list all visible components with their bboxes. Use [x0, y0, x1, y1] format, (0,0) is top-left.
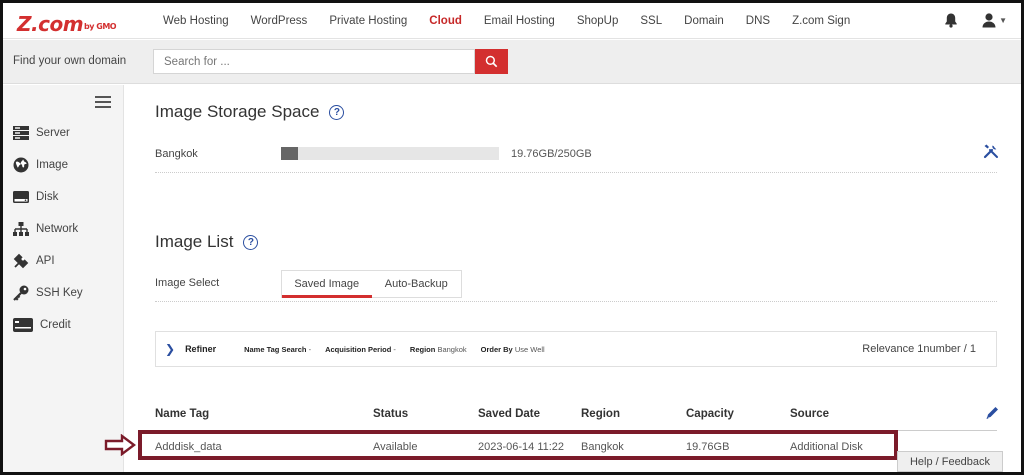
- nav-wordpress[interactable]: WordPress: [251, 15, 308, 27]
- nav-email-hosting[interactable]: Email Hosting: [484, 15, 555, 27]
- column-header-capacity[interactable]: Capacity: [686, 408, 734, 420]
- search-icon: [485, 55, 498, 68]
- storage-title: Image Storage Space: [155, 102, 320, 121]
- refiner-order[interactable]: Order By Use Well: [481, 345, 545, 354]
- arrow-right-icon: [104, 434, 136, 456]
- credit-card-icon: [13, 318, 33, 332]
- storage-region-label: Bangkok: [155, 148, 198, 160]
- divider: [155, 172, 997, 173]
- logo-sub: by GMO: [84, 22, 117, 31]
- network-icon: [13, 222, 29, 236]
- sidebar-item-label: Server: [36, 127, 70, 139]
- divider: [155, 301, 997, 302]
- sidebar-item-label: Disk: [36, 191, 59, 203]
- refiner-label[interactable]: Refiner: [185, 344, 216, 354]
- logo-main: Z.com: [17, 12, 84, 36]
- key-icon: [13, 285, 29, 301]
- user-icon[interactable]: [981, 12, 997, 28]
- nav-ssl[interactable]: SSL: [640, 15, 662, 27]
- refiner-name-tag-value: -: [308, 344, 312, 354]
- main-content: Image Storage Space ? Bangkok 19.76GB/25…: [104, 85, 1021, 472]
- column-header-saved-date[interactable]: Saved Date: [478, 408, 540, 420]
- sidebar-item-ssh-key[interactable]: SSH Key: [12, 283, 83, 303]
- domain-search-bar: Find your own domain: [3, 40, 1021, 84]
- row-highlight-box: [138, 430, 898, 460]
- refiner-period-label: Acquisition Period: [325, 344, 392, 354]
- nav-zcom-sign[interactable]: Z.com Sign: [792, 15, 850, 27]
- storage-usage-bar: [281, 147, 499, 160]
- column-header-source[interactable]: Source: [790, 408, 829, 420]
- sidebar-item-label: API: [36, 255, 55, 267]
- sidebar-item-label: Credit: [40, 319, 71, 331]
- tab-saved-image[interactable]: Saved Image: [282, 271, 372, 298]
- sidebar-item-image[interactable]: Image: [12, 155, 68, 175]
- top-icons: ▼: [943, 12, 1007, 28]
- refiner-region-value: Bangkok: [437, 344, 467, 354]
- nav-domain[interactable]: Domain: [684, 15, 724, 27]
- refiner-period[interactable]: Acquisition Period -: [325, 345, 396, 354]
- storage-usage-fill: [281, 147, 299, 160]
- logo[interactable]: Z.comby GMO: [17, 12, 117, 36]
- help-icon[interactable]: ?: [243, 234, 259, 250]
- nav-shopup[interactable]: ShopUp: [577, 15, 619, 27]
- relevance-count: Relevance 1number / 1: [862, 343, 976, 355]
- column-header-status[interactable]: Status: [373, 408, 408, 420]
- image-select-label: Image Select: [155, 277, 220, 289]
- domain-search-input[interactable]: [153, 49, 475, 74]
- sidebar: Server Image Disk Network API SSH Key Cr…: [3, 85, 124, 472]
- refiner-order-label: Order By: [480, 344, 513, 354]
- disk-icon: [13, 191, 29, 203]
- globe-icon: [13, 157, 29, 173]
- menu-icon[interactable]: [95, 96, 111, 108]
- nav-private-hosting[interactable]: Private Hosting: [329, 15, 407, 27]
- refiner-region-label: Region: [409, 344, 436, 354]
- nav-web-hosting[interactable]: Web Hosting: [163, 15, 229, 27]
- sidebar-item-label: SSH Key: [36, 287, 83, 299]
- storage-usage-value: 19.76GB/250GB: [511, 148, 592, 160]
- sidebar-item-api[interactable]: API: [12, 251, 55, 271]
- pencil-icon[interactable]: [984, 405, 1000, 421]
- nav-menu: Web Hosting WordPress Private Hosting Cl…: [163, 3, 872, 39]
- help-feedback-button[interactable]: Help / Feedback: [897, 451, 1003, 472]
- refiner-name-tag[interactable]: Name Tag Search -: [244, 345, 311, 354]
- image-list-section-title: Image List ?: [155, 232, 259, 252]
- bell-icon[interactable]: [943, 12, 959, 28]
- sidebar-item-server[interactable]: Server: [12, 123, 70, 143]
- sidebar-item-disk[interactable]: Disk: [12, 187, 58, 207]
- chevron-right-icon[interactable]: ❯: [165, 342, 175, 356]
- sidebar-item-label: Image: [36, 159, 68, 171]
- nav-dns[interactable]: DNS: [746, 15, 770, 27]
- tools-icon[interactable]: [983, 143, 999, 159]
- refiner-name-tag-label: Name Tag Search: [244, 344, 307, 354]
- refiner-order-value: Use Well: [514, 344, 545, 354]
- top-nav: Z.comby GMO Web Hosting WordPress Privat…: [3, 3, 1021, 39]
- tab-auto-backup[interactable]: Auto-Backup: [372, 271, 462, 297]
- image-tabs: Saved Image Auto-Backup: [281, 270, 462, 298]
- image-list-title: Image List: [155, 232, 234, 251]
- refiner-period-value: -: [393, 344, 396, 354]
- search-button[interactable]: [475, 49, 508, 74]
- refiner-bar: ❯ Refiner Name Tag Search - Acquisition …: [155, 331, 997, 367]
- server-icon: [13, 126, 29, 140]
- help-icon[interactable]: ?: [329, 104, 345, 120]
- column-header-region[interactable]: Region: [581, 408, 620, 420]
- refiner-region[interactable]: Region Bangkok: [410, 345, 467, 354]
- sidebar-item-credit[interactable]: Credit: [12, 315, 71, 335]
- sidebar-item-network[interactable]: Network: [12, 219, 78, 239]
- chevron-down-icon[interactable]: ▼: [999, 16, 1007, 25]
- storage-section-title: Image Storage Space ?: [155, 102, 345, 122]
- api-icon: [13, 253, 29, 269]
- sidebar-item-label: Network: [36, 223, 79, 235]
- find-domain-label: Find your own domain: [13, 55, 127, 67]
- nav-cloud[interactable]: Cloud: [429, 15, 462, 27]
- column-header-name-tag[interactable]: Name Tag: [155, 408, 209, 420]
